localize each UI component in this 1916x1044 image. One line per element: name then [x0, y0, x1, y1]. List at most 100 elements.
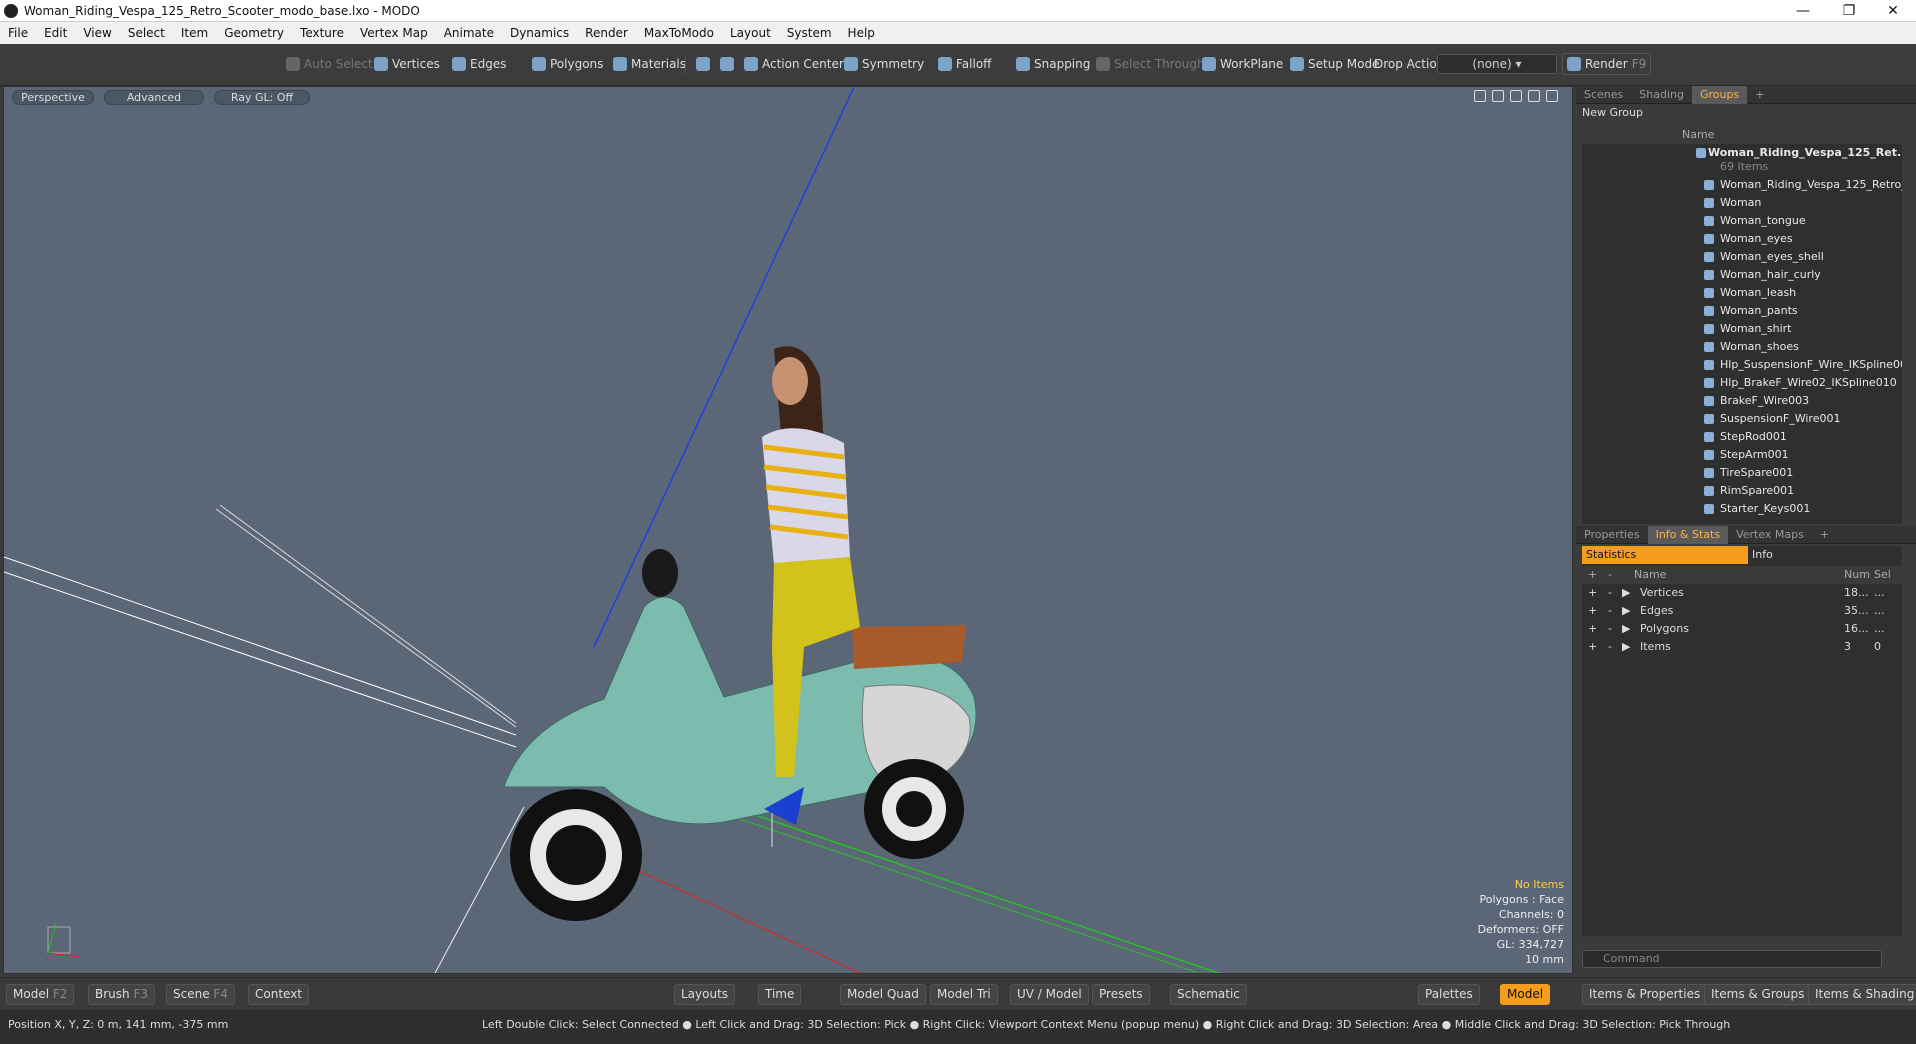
expand-icon[interactable]: ▶: [1622, 602, 1630, 620]
snapping-button[interactable]: Snapping: [1012, 53, 1094, 75]
time-button[interactable]: Time: [758, 984, 802, 1005]
list-item[interactable]: StepArm001: [1582, 446, 1902, 464]
context-tab-button[interactable]: Context: [248, 984, 310, 1005]
list-item[interactable]: RimSpare001: [1582, 482, 1902, 500]
stats-header: + - Name Num Sel: [1582, 566, 1902, 584]
list-item[interactable]: Woman_tongue: [1582, 212, 1902, 230]
list-item[interactable]: Woman_shirt: [1582, 320, 1902, 338]
list-item[interactable]: Woman_pants: [1582, 302, 1902, 320]
tab-groups[interactable]: Groups: [1691, 85, 1748, 104]
list-item[interactable]: Starter_Keys001: [1582, 500, 1902, 518]
restore-button[interactable]: ❐: [1826, 0, 1872, 22]
drop-action-select[interactable]: (none) ▾: [1437, 54, 1557, 74]
close-button[interactable]: ✕: [1870, 0, 1916, 22]
palettes-button[interactable]: Palettes: [1418, 984, 1480, 1005]
list-item[interactable]: TireSpare001: [1582, 464, 1902, 482]
expand-icon[interactable]: ▶: [1622, 584, 1630, 602]
expand-icon[interactable]: ▶: [1622, 638, 1630, 656]
render-button[interactable]: Render F9: [1562, 53, 1652, 75]
menu-system[interactable]: System: [779, 26, 840, 40]
falloff-button[interactable]: Falloff: [934, 53, 995, 75]
list-item[interactable]: Woman_shoes: [1582, 338, 1902, 356]
list-item[interactable]: Woman_Riding_Vespa_125_Retro_...: [1582, 176, 1902, 194]
list-item[interactable]: Hlp_BrakeF_Wire02_IKSpline010: [1582, 374, 1902, 392]
tab-vertex-maps[interactable]: Vertex Maps: [1728, 528, 1812, 541]
workplane-button[interactable]: WorkPlane: [1198, 53, 1287, 75]
3d-viewport[interactable]: Perspective Advanced Ray GL: Off No Item…: [3, 86, 1573, 974]
menu-file[interactable]: File: [0, 26, 36, 40]
list-item[interactable]: Woman_eyes_shell: [1582, 248, 1902, 266]
list-item[interactable]: StepRod001: [1582, 428, 1902, 446]
list-item[interactable]: Woman: [1582, 194, 1902, 212]
list-item[interactable]: Woman_hair_curly: [1582, 266, 1902, 284]
right-panel: Scenes Shading Groups + New Group Name W…: [1576, 85, 1916, 974]
stats-row-polygons[interactable]: + - ▶ Polygons 16... ...: [1582, 620, 1902, 638]
list-item[interactable]: SuspensionF_Wire001: [1582, 410, 1902, 428]
tab-scenes[interactable]: Scenes: [1576, 88, 1631, 101]
info-tab[interactable]: Info: [1752, 546, 1773, 564]
mesh-icon: [1704, 198, 1714, 208]
model-tab-button[interactable]: Model F2: [6, 984, 75, 1005]
menu-help[interactable]: Help: [840, 26, 883, 40]
list-item[interactable]: Woman_leash: [1582, 284, 1902, 302]
tab-info-stats[interactable]: Info & Stats: [1647, 525, 1729, 544]
uv-model-button[interactable]: UV / Model: [1010, 984, 1089, 1005]
group-icon: [1696, 148, 1706, 158]
menu-dynamics[interactable]: Dynamics: [502, 26, 577, 40]
new-group-button[interactable]: New Group: [1582, 106, 1643, 119]
info-tab-row: Properties Info & Stats Vertex Maps +: [1576, 525, 1916, 544]
items-shading-button[interactable]: Items & Shading: [1808, 984, 1916, 1005]
tab-add-info[interactable]: +: [1812, 528, 1837, 541]
tab-properties[interactable]: Properties: [1576, 528, 1648, 541]
items-groups-button[interactable]: Items & Groups: [1704, 984, 1812, 1005]
schematic-button[interactable]: Schematic: [1170, 984, 1247, 1005]
menu-bar: File Edit View Select Item Geometry Text…: [0, 22, 1916, 44]
statistics-tab[interactable]: Statistics: [1582, 546, 1748, 564]
stats-row-edges[interactable]: + - ▶ Edges 35... ...: [1582, 602, 1902, 620]
menu-edit[interactable]: Edit: [36, 26, 75, 40]
stats-row-items[interactable]: + - ▶ Items 3 0: [1582, 638, 1902, 656]
minimize-button[interactable]: —: [1780, 0, 1826, 22]
menu-maxtomodo[interactable]: MaxToModo: [636, 26, 722, 40]
symmetry-button[interactable]: Symmetry: [840, 53, 928, 75]
layouts-button[interactable]: Layouts: [674, 984, 736, 1005]
menu-geometry[interactable]: Geometry: [216, 26, 292, 40]
brush-tab-button[interactable]: Brush F3: [88, 984, 156, 1005]
list-item[interactable]: Woman_eyes: [1582, 230, 1902, 248]
no-items-label: No Items: [1514, 878, 1564, 891]
list-item[interactable]: BrakeF_Wire003: [1582, 392, 1902, 410]
mesh-icon: [1704, 306, 1714, 316]
presets-button[interactable]: Presets: [1092, 984, 1150, 1005]
menu-select[interactable]: Select: [120, 26, 173, 40]
menu-view[interactable]: View: [75, 26, 119, 40]
symmetry-toggle-button[interactable]: [716, 53, 738, 75]
menu-item[interactable]: Item: [173, 26, 216, 40]
model-layout-button[interactable]: Model: [1500, 984, 1551, 1005]
menu-animate[interactable]: Animate: [436, 26, 502, 40]
model-quad-button[interactable]: Model Quad: [840, 984, 926, 1005]
tab-add[interactable]: +: [1747, 88, 1772, 101]
polygons-button[interactable]: Polygons: [528, 53, 607, 75]
auto-select-button[interactable]: Auto Select: [282, 53, 377, 75]
materials-button[interactable]: Materials: [609, 53, 690, 75]
action-center-button[interactable]: Action Center: [740, 53, 848, 75]
menu-layout[interactable]: Layout: [722, 26, 779, 40]
command-input[interactable]: Command: [1582, 950, 1882, 968]
menu-render[interactable]: Render: [577, 26, 636, 40]
snap-toggle-button[interactable]: [692, 53, 714, 75]
setup-mode-button[interactable]: Setup Mode: [1286, 53, 1383, 75]
locator-icon: [1704, 360, 1714, 370]
edges-button[interactable]: Edges: [448, 53, 510, 75]
scene-tab-button[interactable]: Scene F4: [166, 984, 235, 1005]
vertices-button[interactable]: Vertices: [370, 53, 444, 75]
menu-vertex-map[interactable]: Vertex Map: [352, 26, 436, 40]
list-item[interactable]: Hlp_SuspensionF_Wire_IKSpline001: [1582, 356, 1902, 374]
menu-texture[interactable]: Texture: [292, 26, 352, 40]
scooter-seat: [852, 625, 966, 669]
model-tri-button[interactable]: Model Tri: [930, 984, 998, 1005]
stats-row-vertices[interactable]: + - ▶ Vertices 18... ...: [1582, 584, 1902, 602]
select-through-button[interactable]: Select Through: [1092, 53, 1209, 75]
items-properties-button[interactable]: Items & Properties: [1582, 984, 1708, 1005]
expand-icon[interactable]: ▶: [1622, 620, 1630, 638]
tab-shading[interactable]: Shading: [1631, 88, 1692, 101]
